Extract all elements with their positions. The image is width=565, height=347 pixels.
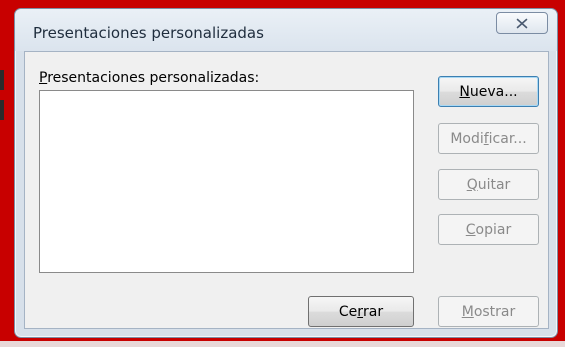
- close-window-button[interactable]: [496, 12, 548, 34]
- label-mnemonic: P: [39, 70, 48, 86]
- bottom-edge-strip: [0, 341, 565, 347]
- new-button[interactable]: Nueva...: [438, 76, 539, 107]
- left-edge-mark: [0, 100, 4, 120]
- left-edge-mark: [0, 70, 4, 90]
- close-x-icon: [516, 18, 528, 29]
- button-text: ueva...: [469, 83, 518, 100]
- remove-button[interactable]: Quitar: [438, 169, 539, 200]
- button-mnemonic: C: [465, 221, 476, 238]
- button-text: ostrar: [473, 303, 516, 320]
- edit-button[interactable]: Modi f icar...: [438, 123, 539, 154]
- dialog-content: Presentaciones personalizadas: Nueva... …: [24, 51, 549, 329]
- show-button[interactable]: Mostrar: [438, 296, 539, 327]
- button-text: uitar: [477, 176, 511, 193]
- button-mnemonic: Q: [466, 176, 478, 193]
- button-text: opiar: [475, 221, 512, 238]
- custom-shows-list-label: Presentaciones personalizadas:: [39, 70, 259, 86]
- screenshot-stage: Presentaciones personalizadas Presentaci…: [0, 0, 565, 347]
- custom-shows-list[interactable]: [39, 90, 414, 273]
- dialog-title: Presentaciones personalizadas: [33, 24, 264, 42]
- custom-shows-dialog: Presentaciones personalizadas Presentaci…: [14, 8, 558, 338]
- button-text: icar...: [488, 130, 527, 147]
- button-mnemonic: M: [461, 303, 474, 320]
- label-text: resentaciones personalizadas:: [47, 70, 260, 86]
- title-bar[interactable]: Presentaciones personalizadas: [15, 9, 557, 51]
- button-text: Modi: [450, 130, 484, 147]
- button-mnemonic: N: [459, 83, 470, 100]
- close-button[interactable]: Ce r rar: [308, 296, 414, 327]
- copy-button[interactable]: Copiar: [438, 214, 539, 245]
- button-text: rar: [363, 303, 384, 320]
- button-text: Ce: [338, 303, 358, 320]
